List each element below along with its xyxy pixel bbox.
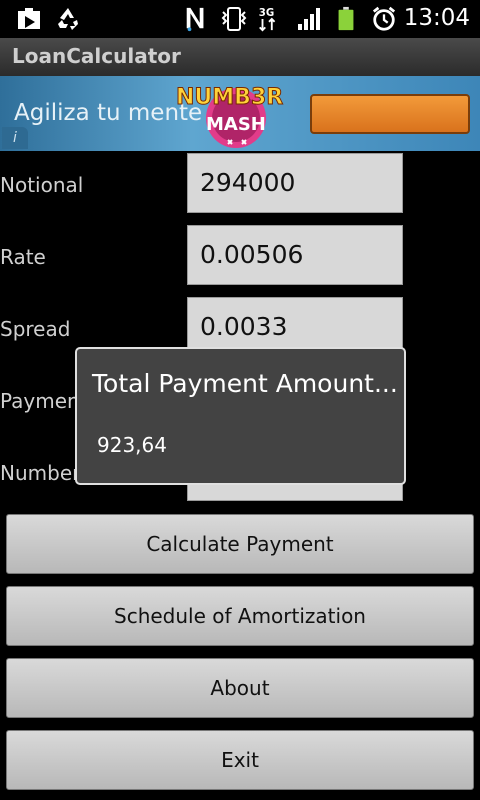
exit-button[interactable]: Exit — [6, 730, 474, 790]
app-title: LoanCalculator — [12, 44, 181, 68]
ad-info-icon[interactable]: i — [2, 127, 28, 149]
notional-label: Notional — [0, 173, 84, 197]
svg-text:NUMB3R: NUMB3R — [176, 85, 283, 110]
ad-cta-button[interactable] — [310, 94, 470, 134]
download-icon — [18, 8, 40, 29]
dialog-title: Total Payment Amount... — [92, 369, 398, 398]
spread-label: Spread — [0, 317, 71, 341]
payment-label: Paymen — [0, 389, 80, 413]
number-label: Number — [0, 461, 81, 485]
svg-text:MASH: MASH — [206, 114, 266, 135]
ad-logo-image: NUMB3R MASH — [176, 85, 284, 148]
notional-input[interactable]: 294000 — [187, 153, 403, 213]
vibrate-icon — [221, 7, 247, 31]
rate-label: Rate — [0, 245, 46, 269]
schedule-amortization-button[interactable]: Schedule of Amortization — [6, 586, 474, 646]
signal-icon — [298, 8, 320, 30]
status-bar: 3G 13:04 — [0, 0, 480, 38]
result-dialog[interactable]: Total Payment Amount... 923,64 — [75, 347, 406, 485]
alarm-icon — [372, 6, 396, 31]
calculate-payment-button[interactable]: Calculate Payment — [6, 514, 474, 574]
rate-input[interactable]: 0.00506 — [187, 225, 403, 285]
battery-icon — [338, 6, 354, 31]
app-title-bar: LoanCalculator — [0, 38, 480, 77]
about-button[interactable]: About — [6, 658, 474, 718]
3g-icon: 3G — [259, 8, 276, 32]
svg-text:3G: 3G — [259, 8, 274, 19]
dialog-message: 923,64 — [97, 433, 167, 457]
recycle-icon — [58, 8, 78, 30]
nfc-icon — [186, 7, 204, 32]
ad-banner[interactable]: Agiliza tu mente NUMB3R MASH i — [0, 76, 480, 151]
clock-time: 13:04 — [403, 5, 470, 31]
